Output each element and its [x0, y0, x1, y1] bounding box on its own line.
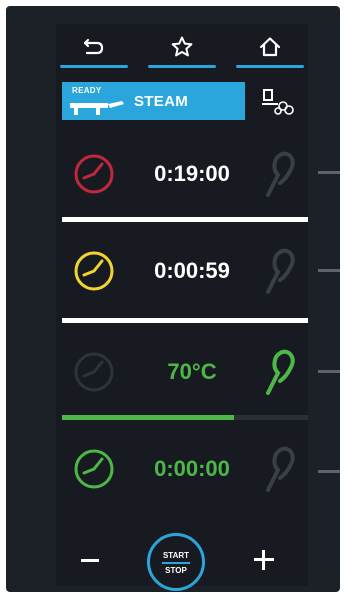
- timer-row-2[interactable]: 0:00:59: [62, 228, 308, 323]
- home-icon: [259, 37, 281, 57]
- oven-function-icon[interactable]: [256, 86, 296, 118]
- timer-progress-track: [62, 318, 308, 323]
- top-navigation: [56, 24, 308, 70]
- increase-button[interactable]: [250, 546, 278, 574]
- probe-temperature-value: 70°C: [167, 359, 217, 384]
- steam-mode-tab[interactable]: READY STEAM: [62, 82, 245, 120]
- timer-row-1[interactable]: 0:19:00: [62, 131, 308, 222]
- favorites-button-underline: [148, 65, 216, 68]
- side-indicator: [318, 269, 340, 272]
- start-label: START: [162, 551, 190, 560]
- back-arrow-icon: [83, 38, 104, 55]
- core-probe-icon[interactable]: [262, 347, 298, 397]
- probe-progress-fill: [62, 415, 235, 420]
- ready-badge: READY: [72, 86, 102, 95]
- star-icon: [171, 36, 193, 57]
- back-button[interactable]: [56, 24, 132, 70]
- probe-progress-track: [62, 415, 308, 420]
- home-button[interactable]: [232, 24, 308, 70]
- home-button-underline: [236, 65, 304, 68]
- clock-icon: [74, 251, 114, 291]
- side-indicator: [318, 470, 340, 473]
- timer-value: 0:19:00: [154, 161, 230, 186]
- stop-label: STOP: [165, 566, 187, 575]
- cart-icon: [70, 101, 124, 115]
- core-probe-icon[interactable]: [262, 246, 298, 296]
- clock-icon: [74, 449, 114, 489]
- timer-value: 0:00:59: [154, 258, 230, 283]
- timer-progress-fill: [62, 318, 308, 323]
- timer-value: 0:00:00: [154, 456, 230, 481]
- minus-icon: [81, 559, 99, 562]
- clock-icon: [74, 154, 114, 194]
- timer-progress-track: [62, 217, 308, 222]
- side-indicator: [318, 171, 340, 174]
- favorites-button[interactable]: [144, 24, 220, 70]
- start-stop-button[interactable]: START STOP: [147, 533, 205, 591]
- core-probe-icon[interactable]: [262, 444, 298, 494]
- side-indicator: [318, 370, 340, 373]
- mode-label: STEAM: [134, 93, 188, 110]
- core-probe-icon[interactable]: [262, 149, 298, 199]
- back-button-underline: [60, 65, 128, 68]
- probe-temperature-row[interactable]: 70°C: [62, 329, 308, 420]
- start-stop-divider: [162, 562, 190, 564]
- timer-row-3[interactable]: 0:00:00: [62, 426, 308, 512]
- decrease-button[interactable]: [76, 548, 106, 572]
- timer-progress-fill: [62, 217, 308, 222]
- clock-icon: [74, 352, 114, 392]
